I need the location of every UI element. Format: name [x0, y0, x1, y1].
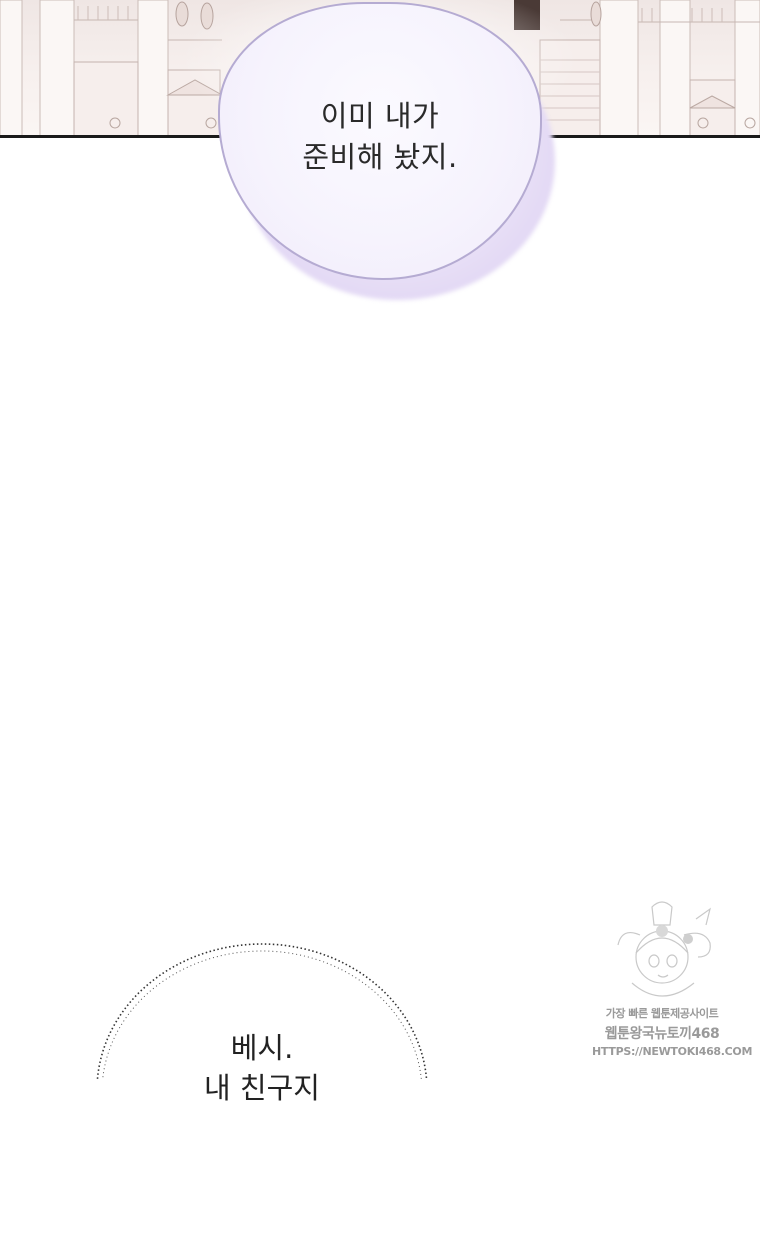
- mascot-logo-icon: [617, 901, 711, 997]
- watermark-brand: 웹툰왕국뉴토끼468: [604, 1026, 720, 1042]
- watermark-url: HTTPS://NEWTOKI468.COM: [592, 1045, 753, 1058]
- speech-line-1: 이미 내가: [320, 99, 440, 133]
- thought-line-1: 베시.: [230, 1031, 294, 1065]
- speech-bubble-text: 이미 내가 준비해 놨지.: [218, 96, 542, 178]
- thought-bubble-text: 베시. 내 친구지: [92, 1028, 432, 1108]
- site-watermark: 가장 빠른 웹툰제공사이트 웹툰왕국뉴토끼468 HTTPS://NEWTOKI…: [592, 895, 753, 1065]
- thought-line-2: 내 친구지: [204, 1071, 320, 1105]
- speech-line-2: 준비해 놨지.: [302, 140, 458, 174]
- watermark-tagline: 가장 빠른 웹툰제공사이트: [605, 1007, 719, 1020]
